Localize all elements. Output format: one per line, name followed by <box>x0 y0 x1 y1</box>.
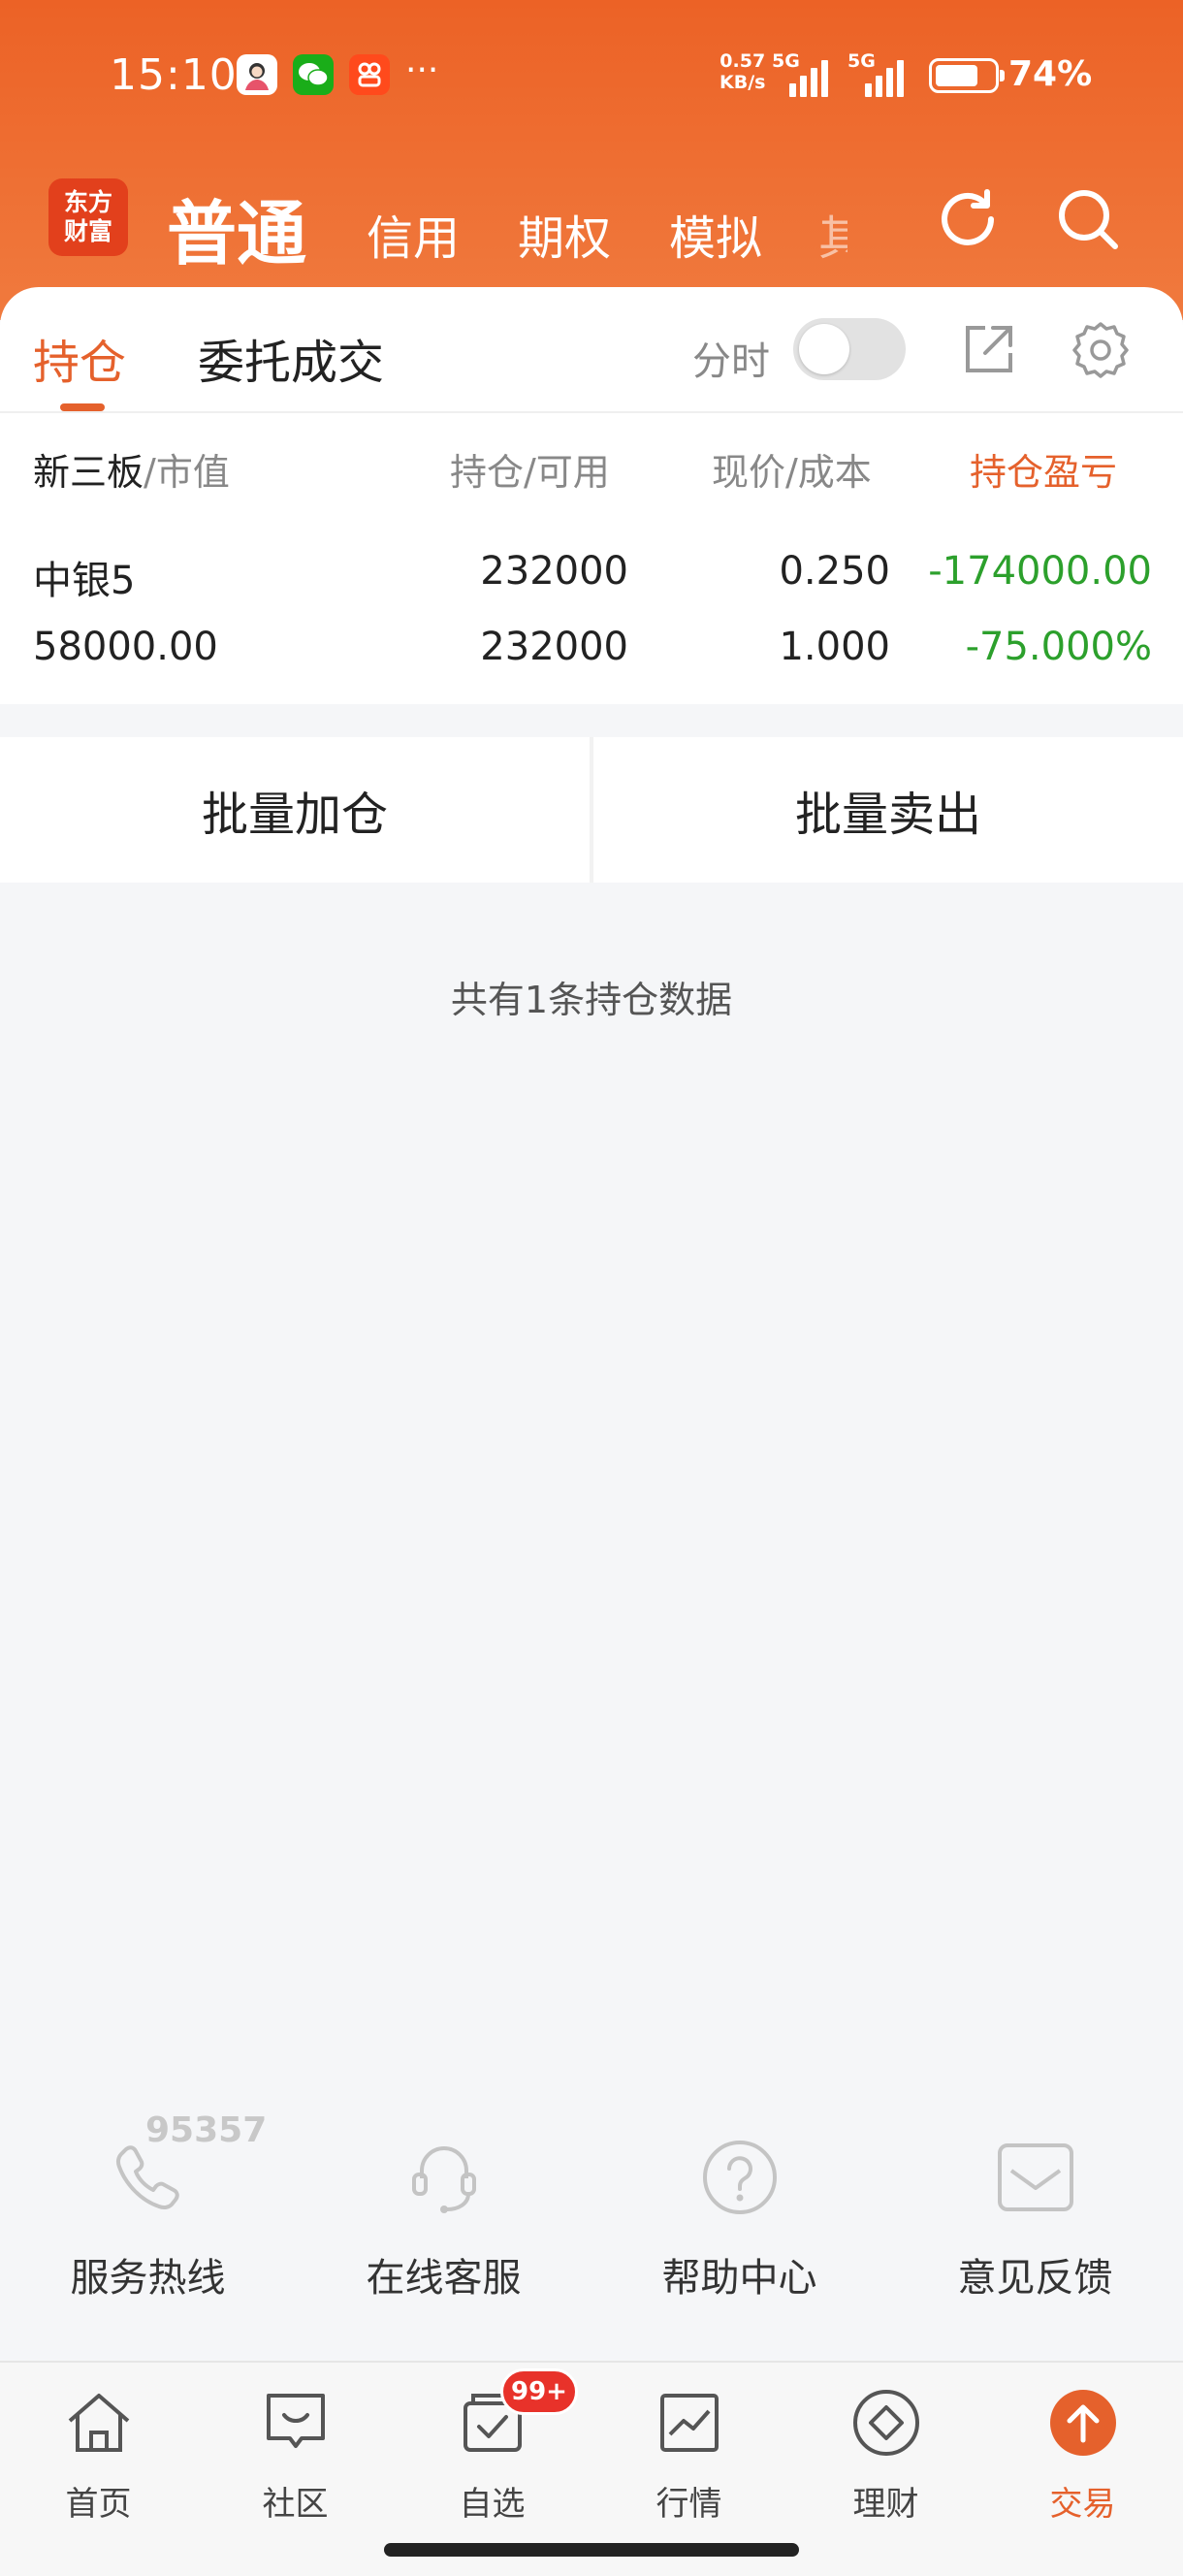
header-position-profit[interactable]: 持仓盈亏 <box>970 442 1183 496</box>
chart-icon <box>659 2394 719 2452</box>
fenshi-label: 分时 <box>692 339 770 384</box>
diamond-icon <box>852 2390 919 2456</box>
home-icon <box>68 2394 129 2452</box>
current-price: 0.250 <box>779 549 890 594</box>
nav-community[interactable]: 社区 <box>197 2380 394 2526</box>
battery-percent: 74% <box>1008 54 1093 94</box>
trade-positions-screen: 15:10 ··· 0.57 KB/s 5G 5G 74% 东方 财富 普通 信… <box>0 0 1183 2576</box>
home-indicator[interactable] <box>384 2543 799 2557</box>
service-online-button[interactable]: 在线客服 <box>296 2124 592 2318</box>
cost-price: 1.000 <box>779 625 890 669</box>
header-price-cost[interactable]: 现价/成本 <box>712 442 872 496</box>
nav-wealth[interactable]: 理财 <box>787 2380 984 2526</box>
battery-icon <box>929 58 1005 93</box>
eastmoney-logo: 东方 财富 <box>48 178 128 256</box>
status-time: 15:10 <box>110 50 238 100</box>
position-qty: 232000 <box>480 549 628 594</box>
tab-simulation[interactable]: 模拟 <box>669 200 762 268</box>
phone-icon <box>115 2145 179 2210</box>
search-icon[interactable] <box>1051 182 1125 256</box>
chat-icon <box>266 2394 325 2448</box>
header-position-available[interactable]: 持仓/可用 <box>450 442 610 496</box>
avatar-icon <box>237 54 277 95</box>
status-bar: 15:10 ··· 0.57 KB/s 5G 5G 74% <box>0 0 1183 155</box>
nav-trade[interactable]: 交易 <box>984 2380 1181 2526</box>
position-profit: -174000.00 <box>928 549 1152 594</box>
active-tab-indicator <box>60 403 105 411</box>
batch-add-button[interactable]: 批量加仓 <box>0 737 590 883</box>
headset-icon <box>411 2146 476 2213</box>
app-icon <box>349 54 390 95</box>
watchlist-badge: 99+ <box>500 2368 578 2415</box>
signal-sim2-icon: 5G <box>847 50 904 97</box>
tab-positions[interactable]: 持仓 <box>33 324 126 392</box>
wechat-icon <box>293 54 334 95</box>
market-value: 58000.00 <box>33 625 218 669</box>
batch-sell-button[interactable]: 批量卖出 <box>593 737 1183 883</box>
nav-market[interactable]: 行情 <box>591 2380 787 2526</box>
stock-name[interactable]: 中银5 <box>33 549 135 605</box>
tab-options[interactable]: 期权 <box>518 200 611 268</box>
service-help-button[interactable]: 帮助中心 <box>592 2124 887 2318</box>
network-speed: 0.57 KB/s <box>719 50 766 93</box>
mail-icon <box>997 2143 1073 2211</box>
position-count-text: 共有1条持仓数据 <box>450 979 733 1021</box>
tab-orders-trades[interactable]: 委托成交 <box>198 324 384 392</box>
tab-credit[interactable]: 信用 <box>367 200 460 268</box>
app-header: 15:10 ··· 0.57 KB/s 5G 5G 74% 东方 财富 普通 信… <box>0 0 1183 320</box>
service-hotline-button[interactable]: 服务热线 <box>0 2124 296 2318</box>
more-dots-icon: ··· <box>405 50 439 90</box>
service-feedback-button[interactable]: 意见反馈 <box>887 2124 1183 2318</box>
signal-sim1-icon: 5G <box>772 50 828 97</box>
nav-home[interactable]: 首页 <box>0 2380 197 2526</box>
available-qty: 232000 <box>480 625 628 669</box>
position-profit-pct: -75.000% <box>965 625 1152 669</box>
refresh-icon[interactable] <box>931 182 1005 256</box>
tab-normal[interactable]: 普通 <box>167 177 306 278</box>
settings-icon[interactable] <box>1067 316 1135 384</box>
trade-icon <box>1049 2390 1116 2456</box>
share-icon[interactable] <box>954 316 1022 384</box>
tab-more-partial[interactable]: 其 <box>818 200 847 268</box>
fenshi-toggle[interactable] <box>793 318 906 380</box>
tab-divider <box>0 411 1183 413</box>
header-market-value[interactable]: 新三板/市值 <box>33 442 230 496</box>
question-icon <box>702 2141 777 2214</box>
